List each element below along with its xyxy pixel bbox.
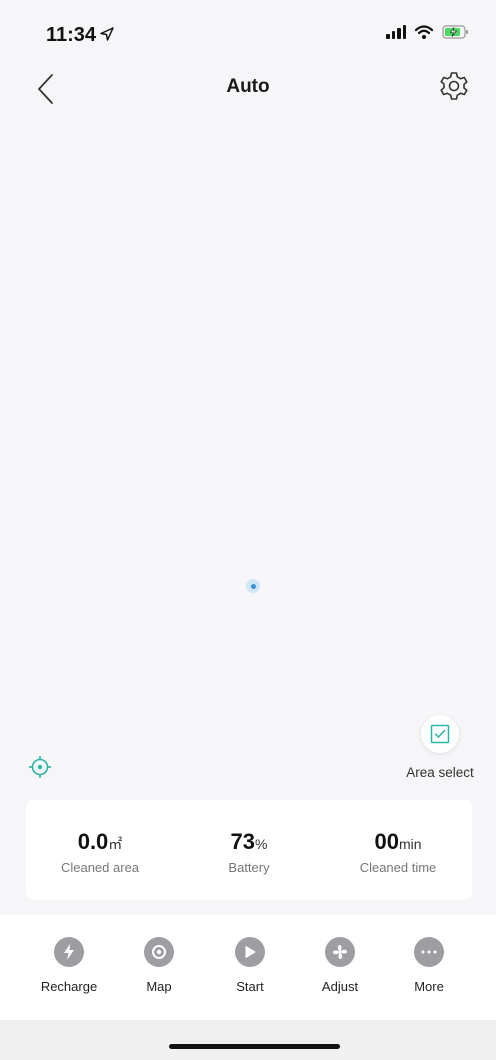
action-bar: Recharge Map Start Adjust More <box>0 915 496 1020</box>
checkbox-icon <box>430 724 450 744</box>
map-button[interactable]: Map <box>119 937 199 994</box>
cleaned-area-unit: ㎡ <box>108 836 123 852</box>
robot-position-marker <box>246 579 260 593</box>
bottom-bar: Recharge Map Start Adjust More <box>0 915 496 1060</box>
stats-card: 0.0㎡ Cleaned area 73% Battery 00min Clea… <box>26 800 472 900</box>
nav-bar: Auto <box>0 62 496 114</box>
cleaned-time-unit: min <box>398 836 422 852</box>
area-select-button[interactable]: Area select <box>400 715 480 780</box>
cleaned-area-value: 0.0 <box>77 829 109 854</box>
signal-icon <box>386 25 406 39</box>
play-icon <box>245 946 256 958</box>
battery-value: 73 <box>230 829 256 854</box>
status-bar: 11:34 <box>0 0 496 60</box>
more-dots-icon <box>421 950 437 954</box>
map-pin-icon <box>152 945 166 959</box>
locate-robot-icon[interactable] <box>28 755 52 779</box>
battery-unit: % <box>255 836 268 852</box>
battery-charging-icon <box>442 25 468 39</box>
location-arrow-icon <box>100 27 114 41</box>
area-select-label: Area select <box>406 765 474 780</box>
home-indicator[interactable] <box>169 1044 340 1049</box>
more-button[interactable]: More <box>389 937 469 994</box>
adjust-label: Adjust <box>321 979 359 994</box>
wifi-icon <box>415 25 433 39</box>
area-select-circle[interactable] <box>421 715 459 753</box>
stat-cleaned-time: 00min Cleaned time <box>324 800 472 876</box>
gear-icon[interactable] <box>438 70 470 102</box>
recharge-icon <box>64 944 74 960</box>
map-label: Map <box>146 979 172 994</box>
cleaned-time-value: 00 <box>374 829 399 854</box>
start-label: Start <box>236 979 264 994</box>
battery-label: Battery <box>228 860 270 875</box>
cleaned-area-label: Cleaned area <box>60 860 140 875</box>
recharge-button[interactable]: Recharge <box>29 937 109 994</box>
adjust-button[interactable]: Adjust <box>300 937 380 994</box>
page-title: Auto <box>226 76 270 97</box>
map-canvas[interactable] <box>0 120 496 795</box>
more-label: More <box>414 979 444 994</box>
stat-battery: 73% Battery <box>175 800 323 876</box>
stat-cleaned-area: 0.0㎡ Cleaned area <box>26 800 174 876</box>
cleaned-time-label: Cleaned time <box>359 860 437 875</box>
fan-icon <box>333 945 347 959</box>
status-time: 11:34 <box>46 24 97 46</box>
start-button[interactable]: Start <box>210 937 290 994</box>
recharge-label: Recharge <box>40 979 98 994</box>
